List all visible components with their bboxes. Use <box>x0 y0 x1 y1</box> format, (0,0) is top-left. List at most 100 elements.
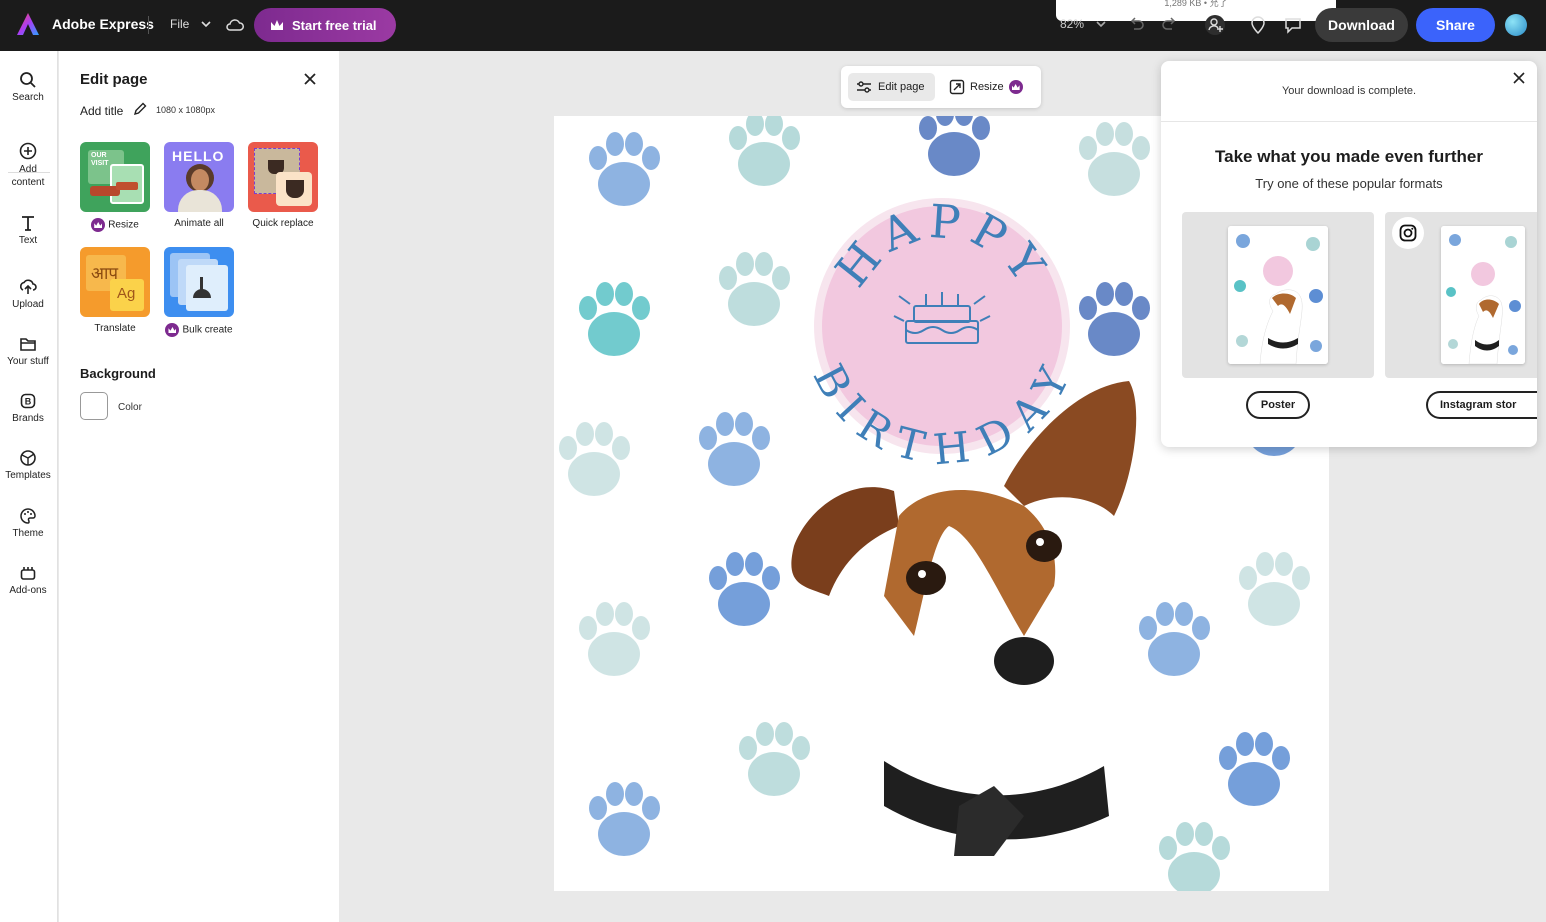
resize-icon <box>949 79 965 95</box>
add-title-label[interactable]: Add title <box>80 104 123 118</box>
pin-comment-icon[interactable] <box>1249 15 1267 35</box>
happy-birthday-badge: HAPPY BIRTHDAY <box>804 194 1077 474</box>
instagram-icon <box>1399 224 1417 242</box>
quick-replace-tool-tile[interactable] <box>248 142 318 212</box>
page-dimensions: 1080 x 1080px <box>156 105 216 115</box>
close-icon[interactable] <box>1512 71 1526 85</box>
redo-icon[interactable] <box>1160 16 1178 34</box>
premium-crown-icon <box>165 323 180 337</box>
rail-item-templates[interactable]: Templates <box>0 449 56 481</box>
premium-crown-icon <box>1008 80 1023 94</box>
zoom-level[interactable]: 82% <box>1060 17 1084 31</box>
bulk-create-tool-tile[interactable] <box>164 247 234 317</box>
tile-art <box>191 169 209 191</box>
rail-label: Theme <box>12 528 44 539</box>
edit-page-label: Edit page <box>878 81 925 93</box>
tool-label: Resize <box>108 219 139 231</box>
edit-page-panel: Edit page Add title 1080 x 1080px OUR VI… <box>59 51 339 922</box>
download-message: Your download is complete. <box>1281 85 1417 97</box>
templates-icon <box>20 450 36 466</box>
canvas-toolbar: Edit page Resize <box>841 66 1041 108</box>
top-bar: Adobe Express File Start free trial 1,28… <box>0 0 1546 51</box>
translate-tool-tile[interactable]: आप Ag <box>80 247 150 317</box>
pencil-icon[interactable] <box>133 102 147 116</box>
resize-label: Resize <box>970 81 1004 93</box>
resize-tool-tile[interactable]: OUR VISIT <box>80 142 150 212</box>
invite-user-icon[interactable] <box>1204 14 1226 36</box>
addons-icon <box>20 567 36 580</box>
file-info: 1,289 KB • 允了 <box>1164 0 1228 8</box>
popup-subheading: Try one of these popular formats <box>1255 176 1443 191</box>
rail-label: Templates <box>5 470 51 481</box>
plus-circle-icon <box>19 142 37 160</box>
text-icon <box>22 216 34 231</box>
translate-label: Translate <box>94 323 136 334</box>
avatar[interactable] <box>1505 14 1527 36</box>
palette-icon <box>20 508 36 524</box>
color-label: Color <box>118 402 142 413</box>
tile-art <box>186 265 228 311</box>
rail-label: Add content <box>11 164 45 188</box>
download-complete-popup: Your download is complete. Take what you… <box>1161 61 1537 447</box>
animate-all-tool-tile[interactable]: HELLO <box>164 142 234 212</box>
rail-label: Add-ons <box>9 585 47 596</box>
rail-label: Upload <box>12 299 44 310</box>
rail-item-add-ons[interactable]: Add-ons <box>0 564 56 596</box>
tile-text: Ag <box>117 285 136 302</box>
rail-item-text[interactable]: Text <box>0 214 56 246</box>
search-icon <box>20 72 36 88</box>
story-thumbnail <box>1441 226 1525 364</box>
adobe-express-logo[interactable] <box>16 12 40 36</box>
trial-label: Start free trial <box>292 17 377 33</box>
rail-label: Search <box>12 92 44 103</box>
crown-icon <box>271 20 283 30</box>
instagram-story-preview <box>1441 226 1525 364</box>
left-rail: Search Add content Text Upload Your stuf… <box>0 51 58 922</box>
rail-item-search[interactable]: Search <box>0 71 56 103</box>
brand-icon: B <box>20 393 36 409</box>
download-button[interactable]: Download <box>1315 8 1408 42</box>
rail-item-theme[interactable]: Theme <box>0 507 56 539</box>
tool-label: Bulk create <box>182 324 233 336</box>
background-heading: Background <box>80 366 156 381</box>
upload-icon <box>20 279 37 294</box>
poster-thumbnail <box>1228 226 1328 364</box>
svg-text:B: B <box>25 397 32 407</box>
tile-text: HELLO <box>172 148 225 164</box>
quick-replace-label: Quick replace <box>252 218 314 229</box>
edit-page-tab[interactable]: Edit page <box>848 73 935 101</box>
poster-format-button[interactable]: Poster <box>1246 391 1310 419</box>
tile-art <box>116 182 138 190</box>
undo-icon[interactable] <box>1128 16 1146 34</box>
cloud-icon[interactable] <box>225 15 245 35</box>
divider <box>148 16 149 34</box>
chevron-down-icon[interactable] <box>1094 16 1108 32</box>
animate-all-label: Animate all <box>174 218 224 229</box>
chat-bubble-icon[interactable] <box>1283 15 1303 35</box>
chevron-down-icon[interactable] <box>199 15 213 33</box>
rail-item-your-stuff[interactable]: Your stuff <box>0 335 56 367</box>
instagram-badge <box>1392 217 1424 249</box>
background-color-swatch[interactable] <box>80 392 108 420</box>
rail-item-brands[interactable]: B Brands <box>0 392 56 424</box>
instagram-story-format-button[interactable]: Instagram stor <box>1426 391 1537 419</box>
file-menu[interactable]: File <box>170 17 189 31</box>
close-icon[interactable] <box>302 71 318 87</box>
rail-label: Text <box>18 235 38 246</box>
instagram-story-format-card[interactable] <box>1385 212 1537 378</box>
resize-tab[interactable]: Resize <box>949 73 1026 101</box>
start-free-trial-button[interactable]: Start free trial <box>254 8 396 42</box>
share-button[interactable]: Share <box>1416 8 1495 42</box>
folder-icon <box>20 338 36 351</box>
tile-art <box>286 180 304 198</box>
divider <box>1161 121 1537 122</box>
poster-format-card[interactable] <box>1182 212 1374 378</box>
panel-title: Edit page <box>80 71 148 88</box>
bulk-create-label: Bulk create <box>154 323 244 337</box>
rail-item-add-content[interactable]: Add content <box>0 142 56 189</box>
popup-heading: Take what you made even further <box>1215 147 1483 166</box>
resize-tool-label: Resize <box>70 218 160 232</box>
premium-crown-icon <box>91 218 106 232</box>
rail-item-upload[interactable]: Upload <box>0 278 56 310</box>
rail-label: Your stuff <box>7 356 49 367</box>
